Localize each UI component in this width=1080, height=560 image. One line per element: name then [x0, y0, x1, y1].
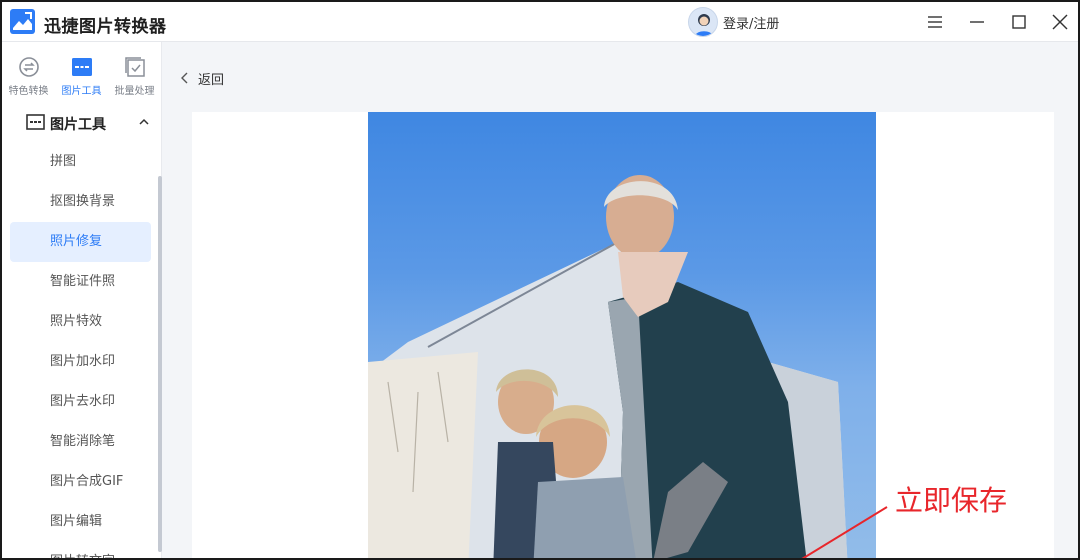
image-tools-section-icon: [26, 114, 45, 130]
back-label: 返回: [198, 72, 225, 88]
maximize-button[interactable]: [1007, 10, 1031, 34]
tab-image-tools[interactable]: 图片工具: [55, 42, 108, 104]
sidebar-item-id-photo[interactable]: 智能证件照: [10, 262, 151, 302]
sidebar-item-puzzle[interactable]: 拼图: [10, 142, 151, 182]
sidebar-item-image-to-text[interactable]: 图片转文字: [10, 542, 151, 558]
sidebar-item-cutout-background[interactable]: 抠图换背景: [10, 182, 151, 222]
convert-icon: [19, 57, 39, 77]
login-label: 登录/注册: [723, 16, 780, 32]
tab-label: 批量处理: [114, 86, 155, 97]
avatar: [688, 7, 718, 37]
section-title: 图片工具: [50, 117, 106, 133]
sidebar: 特色转换 图片工具 批量处理 图片工具 拼图 抠图换背景 照片修复 智能证件照 …: [2, 42, 162, 558]
sidebar-item-add-watermark[interactable]: 图片加水印: [10, 342, 151, 382]
minimize-button[interactable]: [965, 10, 989, 34]
back-button[interactable]: 返回: [180, 68, 224, 88]
close-button[interactable]: [1048, 10, 1072, 34]
login-button[interactable]: 登录/注册: [688, 7, 779, 37]
sidebar-menu: 拼图 抠图换背景 照片修复 智能证件照 照片特效 图片加水印 图片去水印 智能消…: [10, 142, 151, 558]
annotation-arrow: [801, 506, 888, 558]
menu-button[interactable]: [923, 10, 947, 34]
tab-feature-convert[interactable]: 特色转换: [2, 42, 55, 104]
tab-batch[interactable]: 批量处理: [108, 42, 161, 104]
sidebar-item-make-gif[interactable]: 图片合成GIF: [10, 462, 151, 502]
close-icon: [1052, 14, 1068, 30]
chevron-left-icon: [181, 72, 188, 84]
restored-photo: [368, 112, 876, 558]
hamburger-icon: [928, 16, 942, 28]
image-tools-icon: [72, 58, 92, 76]
batch-icon: [125, 57, 145, 77]
annotation-label: 立即保存: [895, 484, 1008, 517]
sidebar-top-tabs: 特色转换 图片工具 批量处理: [2, 42, 162, 104]
sidebar-item-photo-repair[interactable]: 照片修复: [10, 222, 151, 262]
sidebar-scrollbar[interactable]: [158, 176, 162, 552]
chevron-up-icon: [139, 118, 149, 125]
section-header-image-tools[interactable]: 图片工具: [2, 104, 162, 142]
tab-label: 图片工具: [61, 86, 102, 97]
sidebar-item-eraser[interactable]: 智能消除笔: [10, 422, 151, 462]
app-title: 迅捷图片转换器: [44, 17, 167, 37]
tab-label: 特色转换: [8, 86, 49, 97]
sidebar-item-photo-effects[interactable]: 照片特效: [10, 302, 151, 342]
maximize-icon: [1012, 15, 1026, 29]
app-logo-icon: [10, 9, 35, 34]
app-window: 迅捷图片转换器 登录/注册 特色转换 图片工具 批量处理 图片工具 拼图 抠图换…: [0, 0, 1080, 560]
sidebar-item-image-edit[interactable]: 图片编辑: [10, 502, 151, 542]
photo-image: [368, 175, 848, 558]
minimize-icon: [970, 21, 984, 23]
sidebar-item-remove-watermark[interactable]: 图片去水印: [10, 382, 151, 422]
title-bar: 迅捷图片转换器 登录/注册: [2, 2, 1078, 42]
